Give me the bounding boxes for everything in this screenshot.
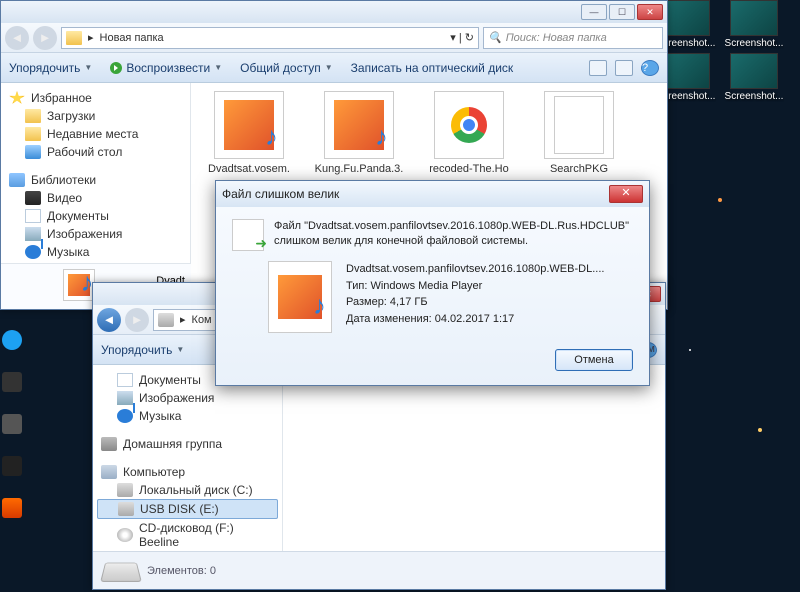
music-icon [117,409,133,423]
preview-pane-icon[interactable] [615,60,633,76]
picture-icon [25,227,41,241]
titlebar[interactable]: — ☐ ✕ [1,1,667,23]
error-dialog: Файл слишком велик ✕ Файл "Dvadtsat.vose… [215,180,650,386]
desktop-icon[interactable]: Screenshot... [724,0,784,49]
close-button[interactable]: ✕ [609,185,643,203]
organize-menu[interactable]: Упорядочить▼ [101,343,184,357]
maximize-button[interactable]: ☐ [609,4,635,20]
desktop-icons: Screenshot... Screenshot... Screenshot..… [656,0,796,102]
cancel-button[interactable]: Отмена [555,349,633,371]
app-icon[interactable] [2,456,22,476]
navbar: ◄ ► ▸ Новая папка ▾ | ↻ 🔍Поиск: Новая па… [1,23,667,53]
sidebar-favorites[interactable]: Избранное [5,89,186,107]
burn-button[interactable]: Записать на оптический диск [351,61,514,75]
sidebar-item-drive-c[interactable]: Локальный диск (C:) [97,481,278,499]
star-icon [9,91,25,105]
usb-icon [118,502,134,516]
back-button[interactable]: ◄ [5,26,29,50]
sidebar-item-pictures[interactable]: Изображения [5,225,186,243]
desktop: Screenshot... Screenshot... Screenshot..… [0,0,800,592]
homegroup-icon [101,437,117,451]
view-options-icon[interactable] [589,60,607,76]
media-icon [334,100,384,150]
search-input[interactable]: 🔍Поиск: Новая папка [483,27,663,49]
sidebar-homegroup[interactable]: Домашняя группа [97,435,278,453]
recent-icon [25,127,41,141]
app-icon[interactable] [2,498,22,518]
forward-button[interactable]: ► [33,26,57,50]
chrome-icon [451,107,487,143]
breadcrumb-path: Новая папка [100,32,164,44]
sidebar-item-music[interactable]: Музыка [97,407,278,425]
app-icon[interactable] [2,330,22,350]
file-thumb [268,261,332,333]
organize-menu[interactable]: Упорядочить▼ [9,61,92,75]
drive-icon [100,562,142,581]
breadcrumb[interactable]: ▸ Новая папка ▾ | ↻ [61,27,479,49]
computer-icon [101,465,117,479]
file-icon [554,96,604,154]
close-button[interactable]: ✕ [637,4,663,20]
status-text: Элементов: 0 [147,565,216,577]
sidebar-libraries[interactable]: Библиотеки [5,171,186,189]
file-item[interactable]: Dvadtsat.vosem. [199,91,299,175]
drive-icon [158,313,174,327]
share-menu[interactable]: Общий доступ▼ [240,61,333,75]
taskbar-left-icons [2,330,24,540]
sidebar-item-video[interactable]: Видео [5,189,186,207]
video-icon [25,191,41,205]
sidebar-item-recent[interactable]: Недавние места [5,125,186,143]
media-icon [68,274,90,296]
app-icon[interactable] [2,372,22,392]
media-icon [278,275,322,319]
back-button[interactable]: ◄ [97,308,121,332]
forward-button[interactable]: ► [125,308,149,332]
document-icon [25,209,41,223]
help-icon[interactable]: ? [641,60,659,76]
file-item[interactable]: recoded-The.Ho [419,91,519,175]
dialog-titlebar[interactable]: Файл слишком велик ✕ [216,181,649,207]
media-icon [224,100,274,150]
folder-icon [66,31,82,45]
play-icon [110,62,122,74]
app-icon[interactable] [2,414,22,434]
document-icon [117,373,133,387]
statusbar: Элементов: 0 [93,551,665,589]
desktop-icon[interactable]: Screenshot... [724,53,784,102]
sidebar-item-music[interactable]: Музыка [5,243,186,261]
sidebar-item-cd[interactable]: CD-дисковод (F:) Beeline [97,519,278,551]
sidebar-computer[interactable]: Компьютер [97,463,278,481]
sidebar-item-pictures[interactable]: Изображения [97,389,278,407]
sidebar-item-documents[interactable]: Документы [5,207,186,225]
copy-icon [232,219,264,251]
cd-icon [117,528,133,542]
file-item[interactable]: SearchPKG [529,91,629,175]
sidebar-item-usb[interactable]: USB DISK (E:) [97,499,278,519]
picture-icon [117,391,133,405]
library-icon [9,173,25,187]
toolbar: Упорядочить▼ Воспроизвести▼ Общий доступ… [1,53,667,83]
play-button[interactable]: Воспроизвести▼ [110,61,222,75]
breadcrumb-path: Ком [192,314,212,326]
file-item[interactable]: Kung.Fu.Panda.3. [309,91,409,175]
drive-icon [117,483,133,497]
minimize-button[interactable]: — [581,4,607,20]
dialog-message: Файл "Dvadtsat.vosem.panfilovtsev.2016.1… [274,219,629,251]
music-icon [25,245,41,259]
folder-icon [25,109,41,123]
desktop-icon [25,145,41,159]
sidebar-item-desktop[interactable]: Рабочий стол [5,143,186,161]
file-metadata: Dvadtsat.vosem.panfilovtsev.2016.1080p.W… [346,261,604,333]
dialog-title: Файл слишком велик [222,187,339,201]
sidebar-item-downloads[interactable]: Загрузки [5,107,186,125]
